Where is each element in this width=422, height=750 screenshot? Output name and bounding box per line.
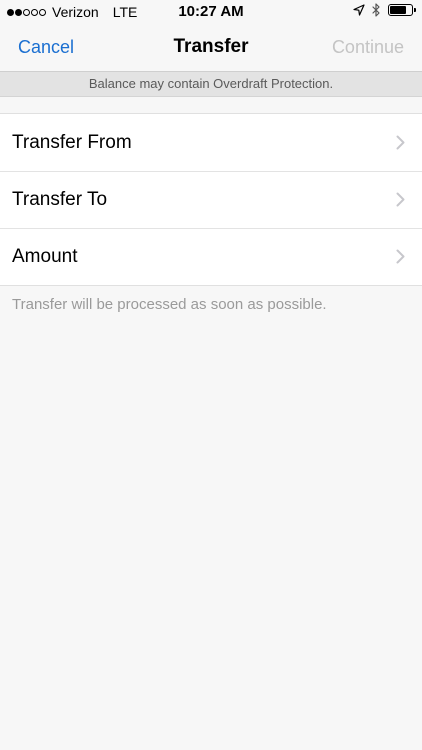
row-label: Transfer From [12,132,132,153]
continue-button[interactable]: Continue [332,37,404,58]
transfer-from-row[interactable]: Transfer From [0,114,422,171]
row-label: Amount [12,246,78,267]
battery-tip [414,8,416,12]
overdraft-banner: Balance may contain Overdraft Protection… [0,71,422,97]
bluetooth-icon [372,3,380,17]
cancel-button[interactable]: Cancel [18,37,74,58]
status-bar: Verizon LTE 10:27 AM [0,0,422,24]
battery-level [390,6,406,14]
amount-row[interactable]: Amount [0,228,422,285]
transfer-to-row[interactable]: Transfer To [0,171,422,228]
chevron-right-icon [396,249,405,264]
navigation-bar: Cancel Transfer Continue [0,24,422,71]
battery-icon [388,4,416,16]
transfer-options-list: Transfer From Transfer To Amount [0,113,422,286]
status-right [353,3,416,17]
processing-note: Transfer will be processed as soon as po… [12,296,327,313]
chevron-right-icon [396,135,405,150]
chevron-right-icon [396,192,405,207]
row-label: Transfer To [12,189,108,210]
location-arrow-icon [353,4,365,16]
